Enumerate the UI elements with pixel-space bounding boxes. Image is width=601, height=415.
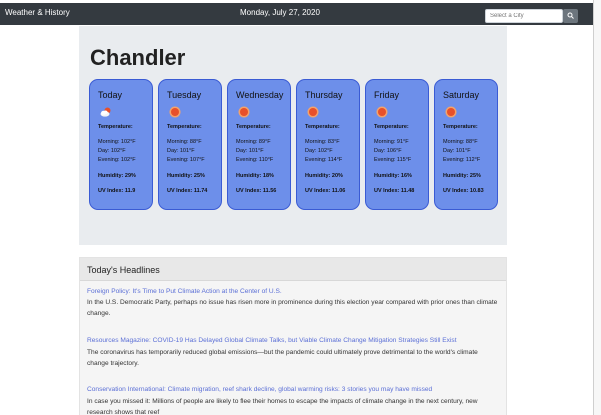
humidity: Humidity: 25% xyxy=(167,173,205,179)
temperature-label: Temperature: xyxy=(443,124,478,130)
day-card-friday: Friday Temperature: Morning: 91°F Day: 1… xyxy=(365,79,429,210)
uv-index: UV Index: 11.74 xyxy=(167,188,208,194)
partly-cloudy-icon xyxy=(100,107,111,117)
uv-index: UV Index: 10.83 xyxy=(443,188,484,194)
morning-temp: Morning: 83°F xyxy=(305,139,340,145)
city-name: Chandler xyxy=(90,45,186,70)
article-link[interactable]: Resources Magazine: COVID-19 Has Delayed… xyxy=(87,337,457,344)
evening-temp: Evening: 114°F xyxy=(305,157,343,163)
day-name: Thursday xyxy=(305,90,343,100)
uv-index: UV Index: 11.06 xyxy=(305,188,346,194)
day-name: Saturday xyxy=(443,90,480,100)
day-card-tuesday: Tuesday Temperature: Morning: 88°F Day: … xyxy=(158,79,222,210)
sun-icon xyxy=(240,108,248,116)
evening-temp: Evening: 115°F xyxy=(374,157,412,163)
article-summary: The coronavirus has temporarily reduced … xyxy=(87,349,478,367)
article-summary: In the U.S. Democratic Party, perhaps no… xyxy=(87,299,498,317)
humidity: Humidity: 18% xyxy=(236,173,274,179)
morning-temp: Morning: 88°F xyxy=(167,139,202,145)
temperature-label: Temperature: xyxy=(305,124,340,130)
headlines-header: Today's Headlines xyxy=(80,258,506,281)
day-card-wednesday: Wednesday Temperature: Morning: 89°F Day… xyxy=(227,79,291,210)
sun-icon xyxy=(171,108,179,116)
day-temp: Day: 101°F xyxy=(236,148,264,154)
article-link[interactable]: Foreign Policy: It's Time to Put Climate… xyxy=(87,288,282,295)
sun-icon xyxy=(447,108,455,116)
morning-temp: Morning: 102°F xyxy=(98,139,136,145)
search-button[interactable] xyxy=(563,9,578,23)
day-temp: Day: 102°F xyxy=(305,148,333,154)
evening-temp: Evening: 102°F xyxy=(98,157,136,163)
day-name: Today xyxy=(98,90,123,100)
day-card-saturday: Saturday Temperature: Morning: 88°F Day:… xyxy=(434,79,498,210)
sun-icon xyxy=(378,108,386,116)
day-name: Friday xyxy=(374,90,400,100)
humidity: Humidity: 20% xyxy=(305,173,343,179)
morning-temp: Morning: 91°F xyxy=(374,139,409,145)
day-name: Wednesday xyxy=(236,90,284,100)
article-summary: In case you missed it: Millions of peopl… xyxy=(87,398,478,415)
day-temp: Day: 101°F xyxy=(443,148,471,154)
temperature-label: Temperature: xyxy=(374,124,409,130)
current-date: Monday, July 27, 2020 xyxy=(240,8,320,17)
city-search-input[interactable] xyxy=(485,9,563,23)
app-frame: Weather & History Monday, July 27, 2020 … xyxy=(0,0,601,415)
navbar: Weather & History Monday, July 27, 2020 xyxy=(0,3,593,25)
scrollbar-track[interactable] xyxy=(594,0,601,415)
headlines-title: Today's Headlines xyxy=(87,265,160,275)
morning-temp: Morning: 88°F xyxy=(443,139,478,145)
temperature-label: Temperature: xyxy=(98,124,133,130)
day-temp: Day: 102°F xyxy=(98,148,126,154)
temperature-label: Temperature: xyxy=(167,124,202,130)
day-temp: Day: 101°F xyxy=(167,148,195,154)
brand-title[interactable]: Weather & History xyxy=(5,8,70,17)
humidity: Humidity: 25% xyxy=(443,173,481,179)
evening-temp: Evening: 112°F xyxy=(443,157,481,163)
sun-icon xyxy=(309,108,317,116)
uv-index: UV Index: 11.9 xyxy=(98,188,136,194)
article-link[interactable]: Conservation International: Climate migr… xyxy=(87,386,432,393)
search-icon xyxy=(567,12,574,19)
temperature-label: Temperature: xyxy=(236,124,271,130)
day-card-today: Today Temperature: Morning: 102°F Day: 1… xyxy=(89,79,153,210)
humidity: Humidity: 16% xyxy=(374,173,412,179)
day-card-thursday: Thursday Temperature: Morning: 83°F Day:… xyxy=(296,79,360,210)
uv-index: UV Index: 11.56 xyxy=(236,188,277,194)
morning-temp: Morning: 89°F xyxy=(236,139,271,145)
uv-index: UV Index: 11.48 xyxy=(374,188,415,194)
evening-temp: Evening: 110°F xyxy=(236,157,274,163)
evening-temp: Evening: 107°F xyxy=(167,157,205,163)
day-temp: Day: 106°F xyxy=(374,148,402,154)
humidity: Humidity: 29% xyxy=(98,173,136,179)
day-name: Tuesday xyxy=(167,90,202,100)
